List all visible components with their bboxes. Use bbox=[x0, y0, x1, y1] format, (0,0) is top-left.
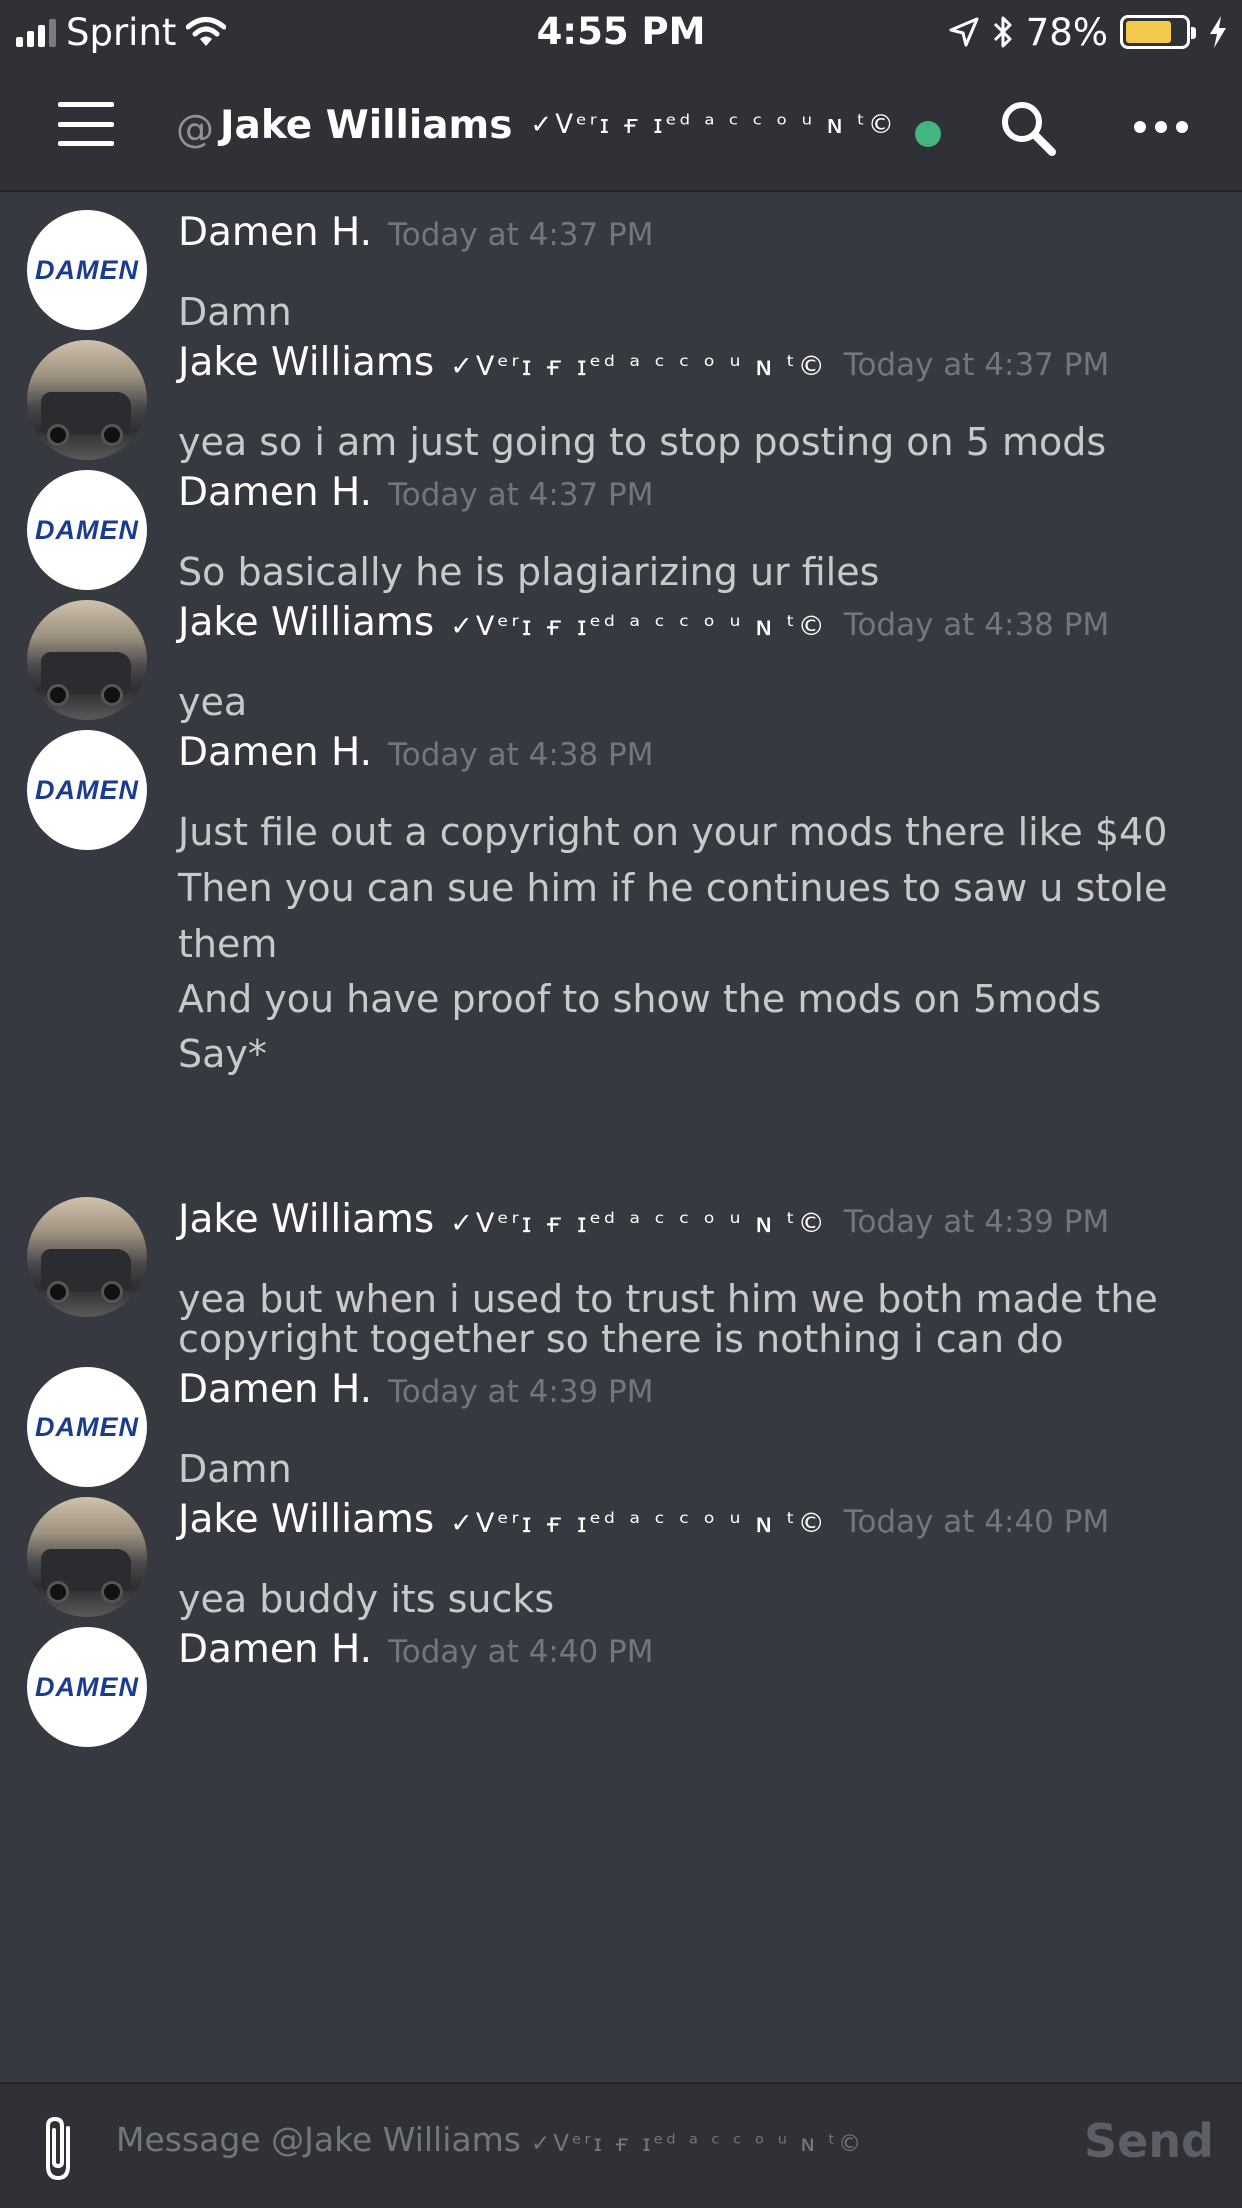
message-timestamp: Today at 4:37 PM bbox=[843, 347, 1110, 383]
battery-percent: 78% bbox=[1025, 10, 1108, 54]
location-arrow-icon bbox=[949, 17, 979, 47]
status-bar: Sprint 4:55 PM 78% bbox=[0, 0, 1242, 62]
message-item[interactable]: DAMEN Damen H. Today at 4:37 PM Damn bbox=[0, 210, 1242, 340]
more-icon[interactable] bbox=[1134, 112, 1188, 142]
message-author[interactable]: Damen H. bbox=[178, 1627, 372, 1672]
avatar[interactable]: DAMEN bbox=[27, 210, 147, 330]
message-header: Damen H. Today at 4:37 PM bbox=[178, 210, 654, 266]
message-text: Say* bbox=[178, 1032, 267, 1076]
header-username: Jake Williams bbox=[220, 102, 513, 148]
message-item[interactable]: Jake Williams ✓ᐯᵉʳɪ ғ ɪᵉᵈ ᵃ ᶜ ᶜ ᵒ ᵘ ɴ ᵗ© T… bbox=[0, 1497, 1242, 1627]
message-author[interactable]: Damen H. bbox=[178, 470, 372, 515]
conversation-header: @ Jake Williams ✓ᐯᵉʳɪ ғ ɪᵉᵈ ᵃ ᶜ ᶜ ᵒ ᵘ ɴ … bbox=[0, 62, 1242, 190]
message-author[interactable]: Damen H. bbox=[178, 210, 372, 255]
status-right: 78% bbox=[948, 10, 1228, 54]
message-author[interactable]: Damen H. bbox=[178, 730, 372, 775]
message-header: Damen H. Today at 4:40 PM bbox=[178, 1627, 654, 1683]
bluetooth-icon bbox=[993, 16, 1012, 48]
message-text: And you have proof to show the mods on 5… bbox=[178, 977, 1102, 1021]
message-author[interactable]: Damen H. bbox=[178, 1367, 372, 1412]
paperclip-icon[interactable] bbox=[38, 2114, 78, 2184]
message-timestamp: Today at 4:38 PM bbox=[843, 607, 1110, 643]
message-text: So basically he is plagiarizing ur files bbox=[178, 550, 880, 594]
message-text: Damn bbox=[178, 290, 292, 334]
message-author[interactable]: Jake Williams bbox=[178, 1497, 434, 1542]
message-timestamp: Today at 4:38 PM bbox=[388, 737, 654, 773]
message-text: copyright together so there is nothing i… bbox=[178, 1317, 1064, 1361]
online-status-dot bbox=[914, 121, 941, 147]
message-text: Then you can sue him if he continues to … bbox=[178, 866, 1168, 910]
message-text: yea bbox=[178, 680, 248, 724]
message-header: Damen H. Today at 4:38 PM bbox=[178, 730, 654, 786]
header-title[interactable]: @ Jake Williams ✓ᐯᵉʳɪ ғ ɪᵉᵈ ᵃ ᶜ ᶜ ᵒ ᵘ ɴ … bbox=[176, 90, 941, 160]
avatar[interactable] bbox=[27, 1197, 147, 1317]
avatar[interactable]: DAMEN bbox=[27, 470, 147, 590]
message-header: Jake Williams ✓ᐯᵉʳɪ ғ ɪᵉᵈ ᵃ ᶜ ᶜ ᵒ ᵘ ɴ ᵗ© T… bbox=[178, 340, 1109, 396]
avatar-logo-text: DAMEN bbox=[35, 774, 139, 805]
author-verified-tag: ✓ᐯᵉʳɪ ғ ɪᵉᵈ ᵃ ᶜ ᶜ ᵒ ᵘ ɴ ᵗ© bbox=[450, 1508, 828, 1539]
message-timestamp: Today at 4:40 PM bbox=[388, 1634, 654, 1670]
message-header: Damen H. Today at 4:39 PM bbox=[178, 1367, 654, 1423]
avatar-logo-text: DAMEN bbox=[35, 1411, 139, 1442]
message-text: Damn bbox=[178, 1447, 292, 1491]
message-text: Just file out a copyright on your mods t… bbox=[178, 810, 1168, 854]
message-text: yea so i am just going to stop posting o… bbox=[178, 420, 1107, 464]
top-bar: Sprint 4:55 PM 78% @ Jake Williams ✓ᐯᵉʳɪ… bbox=[0, 0, 1242, 192]
search-icon[interactable] bbox=[998, 98, 1058, 158]
message-input[interactable]: Message @Jake Williams ✓ᐯᵉʳɪ ғ ɪᵉᵈ ᵃ ᶜ ᶜ … bbox=[116, 2120, 864, 2159]
message-header: Jake Williams ✓ᐯᵉʳɪ ғ ɪᵉᵈ ᵃ ᶜ ᶜ ᵒ ᵘ ɴ ᵗ© T… bbox=[178, 1497, 1109, 1553]
message-header: Damen H. Today at 4:37 PM bbox=[178, 470, 654, 526]
author-verified-tag: ✓ᐯᵉʳɪ ғ ɪᵉᵈ ᵃ ᶜ ᶜ ᵒ ᵘ ɴ ᵗ© bbox=[450, 1208, 828, 1239]
message-item[interactable]: Jake Williams ✓ᐯᵉʳɪ ғ ɪᵉᵈ ᵃ ᶜ ᶜ ᵒ ᵘ ɴ ᵗ© T… bbox=[0, 340, 1242, 470]
message-input-bar: Message @Jake Williams ✓ᐯᵉʳɪ ғ ɪᵉᵈ ᵃ ᶜ ᶜ … bbox=[0, 2082, 1242, 2208]
message-header: Jake Williams ✓ᐯᵉʳɪ ғ ɪᵉᵈ ᵃ ᶜ ᶜ ᵒ ᵘ ɴ ᵗ© T… bbox=[178, 600, 1109, 656]
avatar[interactable] bbox=[27, 600, 147, 720]
message-item[interactable]: DAMEN Damen H. Today at 4:40 PM bbox=[0, 1627, 1242, 1757]
message-header: Jake Williams ✓ᐯᵉʳɪ ғ ɪᵉᵈ ᵃ ᶜ ᶜ ᵒ ᵘ ɴ ᵗ© T… bbox=[178, 1197, 1109, 1253]
message-timestamp: Today at 4:37 PM bbox=[388, 217, 654, 253]
message-item[interactable]: DAMEN Damen H. Today at 4:37 PM So basicall… bbox=[0, 470, 1242, 600]
message-item[interactable]: DAMEN Damen H. Today at 4:38 PM Just file o… bbox=[0, 730, 1242, 1076]
message-timestamp: Today at 4:39 PM bbox=[388, 1374, 654, 1410]
message-item[interactable]: DAMEN Damen H. Today at 4:39 PM Damn bbox=[0, 1367, 1242, 1497]
avatar[interactable]: DAMEN bbox=[27, 1367, 147, 1487]
message-item[interactable]: Jake Williams ✓ᐯᵉʳɪ ғ ɪᵉᵈ ᵃ ᶜ ᶜ ᵒ ᵘ ɴ ᵗ© T… bbox=[0, 600, 1242, 730]
avatar-logo-text: DAMEN bbox=[35, 1671, 139, 1702]
message-timestamp: Today at 4:37 PM bbox=[388, 477, 654, 513]
avatar-logo-text: DAMEN bbox=[35, 514, 139, 545]
message-input-placeholder: Message @Jake Williams bbox=[116, 2120, 521, 2159]
message-author[interactable]: Jake Williams bbox=[178, 600, 434, 645]
avatar[interactable]: DAMEN bbox=[27, 1627, 147, 1747]
message-text: yea buddy its sucks bbox=[178, 1577, 555, 1621]
menu-icon[interactable] bbox=[58, 102, 114, 146]
avatar-logo-text: DAMEN bbox=[35, 254, 139, 285]
battery-icon bbox=[1120, 15, 1196, 49]
header-verified-tag: ✓ᐯᵉʳɪ ғ ɪᵉᵈ ᵃ ᶜ ᶜ ᵒ ᵘ ɴ ᵗ© bbox=[530, 110, 897, 140]
author-verified-tag: ✓ᐯᵉʳɪ ғ ɪᵉᵈ ᵃ ᶜ ᶜ ᵒ ᵘ ɴ ᵗ© bbox=[450, 611, 828, 642]
message-text: them bbox=[178, 922, 278, 966]
message-timestamp: Today at 4:40 PM bbox=[843, 1504, 1110, 1540]
message-author[interactable]: Jake Williams bbox=[178, 1197, 434, 1242]
avatar[interactable]: DAMEN bbox=[27, 730, 147, 850]
at-symbol: @ bbox=[176, 107, 214, 151]
message-author[interactable]: Jake Williams bbox=[178, 340, 434, 385]
send-button[interactable]: Send bbox=[1084, 2114, 1214, 2168]
message-input-verified: ✓ᐯᵉʳɪ ғ ɪᵉᵈ ᵃ ᶜ ᶜ ᵒ ᵘ ɴ ᵗ© bbox=[530, 2131, 865, 2157]
message-timestamp: Today at 4:39 PM bbox=[843, 1204, 1110, 1240]
charging-bolt-icon bbox=[1210, 16, 1226, 48]
avatar[interactable] bbox=[27, 340, 147, 460]
author-verified-tag: ✓ᐯᵉʳɪ ғ ɪᵉᵈ ᵃ ᶜ ᶜ ᵒ ᵘ ɴ ᵗ© bbox=[450, 351, 828, 382]
message-item[interactable]: Jake Williams ✓ᐯᵉʳɪ ғ ɪᵉᵈ ᵃ ᶜ ᶜ ᵒ ᵘ ɴ ᵗ© T… bbox=[0, 1197, 1242, 1361]
battery-fill bbox=[1126, 21, 1172, 43]
avatar[interactable] bbox=[27, 1497, 147, 1617]
message-list[interactable]: DAMEN Damen H. Today at 4:37 PM Damn Jake Wi… bbox=[0, 192, 1242, 2082]
